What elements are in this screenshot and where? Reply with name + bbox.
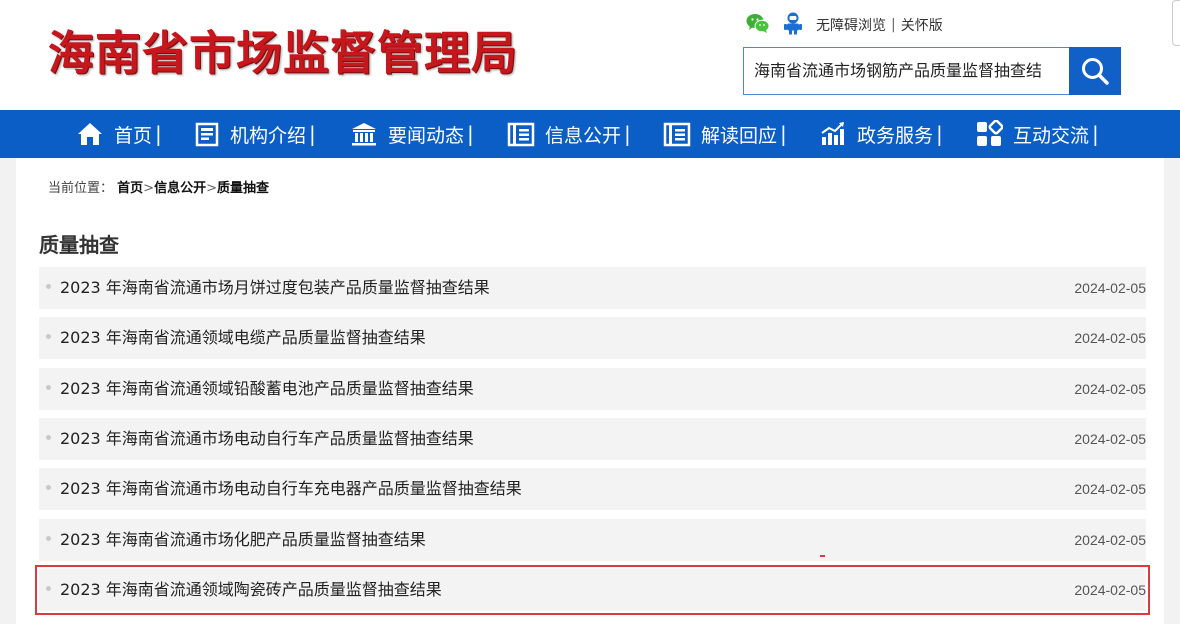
nav-item-interpretation[interactable]: 解读回应 | xyxy=(663,110,787,158)
nav-separator: | xyxy=(1092,122,1099,146)
breadcrumb-disclosure[interactable]: 信息公开 xyxy=(154,181,206,196)
list-item[interactable]: 2023 年海南省流通市场电动自行车产品质量监督抽查结果 2024-02-05 xyxy=(39,418,1146,460)
wechat-icon[interactable] xyxy=(746,12,770,38)
bullet-icon xyxy=(46,485,51,490)
list-item[interactable]: 2023 年海南省流通市场电动自行车充电器产品质量监督抽查结果 2024-02-… xyxy=(39,468,1146,510)
breadcrumb-separator: > xyxy=(206,181,217,196)
list-item-date: 2024-02-05 xyxy=(1074,582,1146,598)
list-icon xyxy=(507,122,535,147)
list-item-date: 2024-02-05 xyxy=(1074,431,1146,447)
nav-item-label: 政务服务 xyxy=(857,124,934,147)
search-icon xyxy=(1082,58,1109,85)
nav-item-label: 机构介绍 xyxy=(230,124,307,147)
breadcrumb-current[interactable]: 质量抽查 xyxy=(217,181,269,196)
bullet-icon xyxy=(46,284,51,289)
list-item-title[interactable]: 2023 年海南省流通市场电动自行车产品质量监督抽查结果 xyxy=(60,418,474,460)
top-links: 无障碍浏览 | 关怀版 xyxy=(746,12,943,38)
list-item-title[interactable]: 2023 年海南省流通市场电动自行车充电器产品质量监督抽查结果 xyxy=(60,468,522,510)
site-logo[interactable]: 海南省市场监督管理局 xyxy=(48,22,518,84)
list-item-date: 2024-02-05 xyxy=(1074,532,1146,548)
nav-item-news[interactable]: 要闻动态 | xyxy=(350,110,474,158)
list-item[interactable]: 2023 年海南省流通领域铅酸蓄电池产品质量监督抽查结果 2024-02-05 xyxy=(39,368,1146,410)
nav-item-home[interactable]: 首页 | xyxy=(76,110,162,158)
list-item-date: 2024-02-05 xyxy=(1074,381,1146,397)
nav-item-disclosure[interactable]: 信息公开 | xyxy=(507,110,631,158)
nav-item-label: 要闻动态 xyxy=(388,124,465,147)
list-item-date: 2024-02-05 xyxy=(1074,280,1146,296)
search-button[interactable] xyxy=(1069,47,1121,95)
nav-separator: | xyxy=(936,122,943,146)
list-item-title[interactable]: 2023 年海南省流通市场月饼过度包装产品质量监督抽查结果 xyxy=(60,267,490,309)
breadcrumb-separator: > xyxy=(143,181,155,196)
nav-item-interaction[interactable]: 互动交流 | xyxy=(975,110,1099,158)
list-icon xyxy=(663,122,691,147)
document-icon xyxy=(195,122,219,147)
nav-separator: | xyxy=(309,122,316,146)
nav-item-label: 首页 xyxy=(114,124,153,147)
nav-item-services[interactable]: 政务服务 | xyxy=(819,110,943,158)
list-item[interactable]: 2023 年海南省流通市场化肥产品质量监督抽查结果 2024-02-05 xyxy=(39,519,1146,561)
breadcrumb-home[interactable]: 首页 xyxy=(117,181,143,196)
breadcrumb-prefix: 当前位置： xyxy=(48,181,114,196)
list-item-date: 2024-02-05 xyxy=(1074,481,1146,497)
search-input[interactable]: 海南省流通市场钢筋产品质量监督抽查结 xyxy=(743,47,1070,95)
list-item-title[interactable]: 2023 年海南省流通领域电缆产品质量监督抽查结果 xyxy=(60,317,426,359)
list-item-highlighted[interactable]: 2023 年海南省流通领域陶瓷砖产品质量监督抽查结果 2024-02-05 xyxy=(35,565,1150,615)
grid-icon xyxy=(977,120,1003,146)
main-nav: 首页 | 机构介绍 | 要闻动态 | 信息公开 | 解读回应 | 政务服务 | … xyxy=(0,110,1180,158)
nav-separator: | xyxy=(624,122,631,146)
list-item[interactable]: 2023 年海南省流通领域电缆产品质量监督抽查结果 2024-02-05 xyxy=(39,317,1146,359)
nav-item-label: 信息公开 xyxy=(545,124,622,147)
list-item[interactable]: 2023 年海南省流通市场月饼过度包装产品质量监督抽查结果 2024-02-05 xyxy=(39,267,1146,309)
chart-icon xyxy=(821,122,844,145)
nav-item-about[interactable]: 机构介绍 | xyxy=(194,110,316,158)
list-item-title[interactable]: 2023 年海南省流通领域陶瓷砖产品质量监督抽查结果 xyxy=(60,569,442,611)
home-icon xyxy=(78,123,102,145)
accessibility-link[interactable]: 无障碍浏览 xyxy=(816,15,886,35)
annotation-mark xyxy=(820,555,825,557)
robot-icon[interactable] xyxy=(782,11,804,39)
search-input-value: 海南省流通市场钢筋产品质量监督抽查结 xyxy=(754,61,1043,80)
breadcrumb: 当前位置： 首页>信息公开>质量抽查 xyxy=(48,177,269,196)
elder-mode-link[interactable]: 关怀版 xyxy=(901,15,943,35)
scroll-handle[interactable] xyxy=(1172,0,1180,46)
bullet-icon xyxy=(46,385,51,390)
bullet-icon xyxy=(46,334,51,339)
page-title: 质量抽查 xyxy=(39,233,119,257)
bullet-icon xyxy=(46,435,51,440)
bullet-icon xyxy=(46,536,51,541)
building-icon xyxy=(352,123,376,146)
link-separator: | xyxy=(891,17,896,33)
site-header: 海南省市场监督管理局 无障碍浏览 | 关怀版 海南省流通市场钢筋产品质量监督抽查… xyxy=(0,0,1180,110)
nav-item-label: 解读回应 xyxy=(701,124,778,147)
nav-separator: | xyxy=(467,122,474,146)
main-content: 当前位置： 首页>信息公开>质量抽查 质量抽查 2023 年海南省流通市场月饼过… xyxy=(16,158,1164,624)
bullet-icon xyxy=(46,586,51,591)
list-item-title[interactable]: 2023 年海南省流通市场化肥产品质量监督抽查结果 xyxy=(60,519,426,561)
list-item-date: 2024-02-05 xyxy=(1074,330,1146,346)
list-item-title[interactable]: 2023 年海南省流通领域铅酸蓄电池产品质量监督抽查结果 xyxy=(60,368,474,410)
search-bar: 海南省流通市场钢筋产品质量监督抽查结 xyxy=(743,47,1121,95)
nav-separator: | xyxy=(155,122,162,146)
nav-item-label: 互动交流 xyxy=(1013,124,1090,147)
nav-separator: | xyxy=(780,122,787,146)
